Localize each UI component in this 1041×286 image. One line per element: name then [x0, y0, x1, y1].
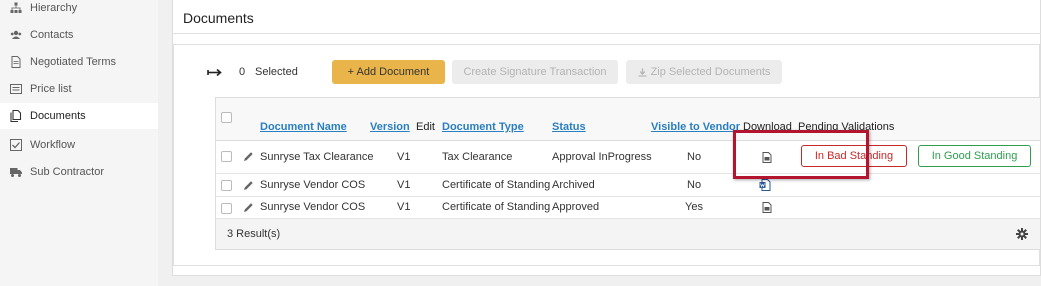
document-type: Certificate of Standing: [442, 201, 551, 213]
document-status: Archived: [552, 179, 595, 191]
table-footer: 3 Result(s): [216, 219, 1040, 249]
sidebar-item-price-list[interactable]: Price list: [0, 76, 158, 102]
in-good-standing-button[interactable]: In Good Standing: [918, 145, 1031, 167]
table-header: Document Name Version Edit Document Type…: [216, 98, 1040, 141]
row-checkbox[interactable]: [221, 203, 232, 214]
word-file-icon[interactable]: [759, 179, 771, 191]
visible-to-vendor: No: [687, 151, 702, 163]
table-row: Sunryse Vendor COS V1 Certificate of Sta…: [216, 197, 1040, 219]
download-icon: [638, 67, 647, 77]
document-status: Approval InProgress: [552, 151, 652, 163]
document-icon: [10, 56, 22, 68]
sidebar-item-negotiated-terms[interactable]: Negotiated Terms: [0, 49, 158, 75]
table-row: Sunryse Tax Clearance V1 Tax Clearance A…: [216, 141, 1040, 174]
header-visible-to-vendor[interactable]: Visible to Vendor: [651, 121, 740, 133]
pencil-icon[interactable]: [243, 180, 254, 191]
zip-label: Zip Selected Documents: [650, 66, 771, 78]
results-count: 3 Result(s): [227, 228, 281, 240]
document-type: Certificate of Standing: [442, 179, 551, 191]
list-icon: [10, 83, 22, 95]
header-document-type[interactable]: Document Type: [442, 121, 524, 133]
contacts-icon: [10, 29, 22, 41]
sidebar-item-hierarchy[interactable]: Hierarchy: [0, 0, 158, 21]
gear-icon[interactable]: [1016, 228, 1028, 240]
document-version: V1: [397, 179, 411, 191]
document-status: Approved: [552, 201, 600, 213]
document-type: Tax Clearance: [442, 151, 513, 163]
divider: [173, 33, 1041, 34]
zip-selected-documents-button[interactable]: Zip Selected Documents: [626, 60, 782, 84]
toolbar: 0 Selected + Add Document Create Signatu…: [207, 60, 807, 84]
file-icon[interactable]: [762, 202, 772, 213]
create-signature-transaction-button[interactable]: Create Signature Transaction: [452, 60, 618, 84]
pencil-icon[interactable]: [243, 202, 254, 213]
select-all-checkbox[interactable]: [221, 112, 232, 123]
hierarchy-icon: [10, 2, 22, 14]
sidebar-item-contacts[interactable]: Contacts: [0, 22, 158, 48]
arrow-right-icon[interactable]: [207, 66, 223, 78]
selected-count: 0: [239, 66, 246, 78]
sidebar: Hierarchy Contacts Negotiated Terms Pric…: [0, 0, 158, 286]
sidebar-item-label: Negotiated Terms: [30, 56, 117, 68]
sidebar-item-workflow[interactable]: Workflow: [0, 132, 158, 158]
sidebar-item-label: Documents: [30, 110, 86, 122]
add-document-button[interactable]: + Add Document: [332, 60, 445, 84]
visible-to-vendor: No: [687, 179, 702, 191]
row-checkbox[interactable]: [221, 151, 232, 162]
document-name: Sunryse Vendor COS: [260, 201, 366, 213]
sidebar-item-sub-contractor[interactable]: Sub Contractor: [0, 159, 158, 185]
panel-title: Documents: [183, 10, 254, 26]
documents-panel: Documents 0 Selected + Add Document Crea…: [172, 0, 1041, 276]
document-name: Sunryse Vendor COS: [260, 179, 366, 191]
header-version[interactable]: Version: [370, 121, 410, 133]
header-status[interactable]: Status: [552, 121, 586, 133]
visible-to-vendor: Yes: [685, 201, 703, 213]
main-content: Documents 0 Selected + Add Document Crea…: [158, 0, 1041, 286]
sidebar-item-label: Workflow: [30, 139, 76, 151]
document-name: Sunryse Tax Clearance: [260, 151, 374, 163]
highlight-box: [733, 130, 869, 179]
row-checkbox[interactable]: [221, 180, 232, 191]
truck-icon: [10, 166, 22, 178]
documents-table: Document Name Version Edit Document Type…: [215, 97, 1041, 250]
header-edit: Edit: [416, 121, 435, 133]
documents-icon: [10, 110, 22, 122]
pencil-icon[interactable]: [243, 151, 254, 162]
header-document-name[interactable]: Document Name: [260, 121, 347, 133]
sidebar-item-documents[interactable]: Documents: [0, 103, 158, 129]
document-version: V1: [397, 151, 411, 163]
sidebar-item-label: Hierarchy: [30, 2, 78, 14]
sidebar-item-label: Price list: [30, 83, 72, 95]
checkbox-icon: [10, 139, 22, 151]
sidebar-item-label: Sub Contractor: [30, 166, 104, 178]
selected-label: Selected: [255, 66, 298, 78]
table-row: Sunryse Vendor COS V1 Certificate of Sta…: [216, 174, 1040, 197]
sidebar-item-label: Contacts: [30, 29, 74, 41]
document-version: V1: [397, 201, 411, 213]
